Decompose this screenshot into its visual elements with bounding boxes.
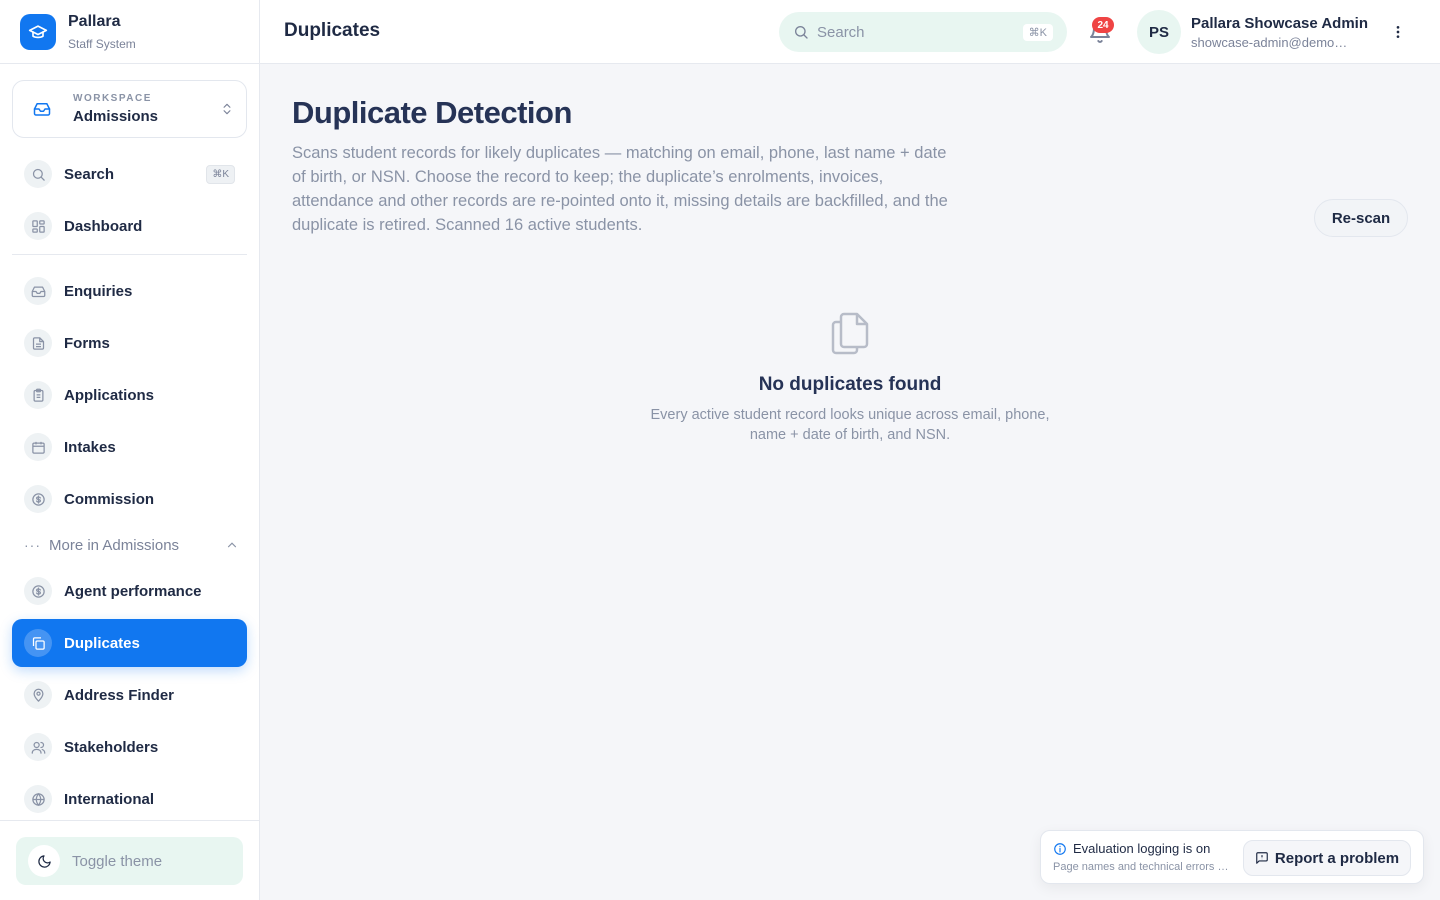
sidebar: Pallara Staff System WORKSPACE Admission… <box>0 0 260 900</box>
inbox-icon <box>24 277 52 305</box>
sidebar-item-label: Applications <box>64 386 155 404</box>
chevron-up-down-icon <box>223 103 231 115</box>
shortcut-badge: ⌘K <box>206 164 235 184</box>
ellipsis-icon: ··· <box>24 537 41 553</box>
moon-icon <box>28 845 60 877</box>
document-icon <box>24 329 52 357</box>
map-pin-icon <box>24 681 52 709</box>
sidebar-item-international[interactable]: International <box>12 775 247 823</box>
inbox-icon <box>33 103 51 116</box>
sidebar-item-duplicates[interactable]: Duplicates <box>12 619 247 667</box>
sidebar-item-label: Duplicates <box>64 634 140 652</box>
search-shortcut: ⌘K <box>1022 23 1053 41</box>
sidebar-item-stakeholders[interactable]: Stakeholders <box>12 723 247 771</box>
sidebar-item-agent-performance[interactable]: Agent performance <box>12 567 247 615</box>
graduation-cap-icon <box>20 13 56 50</box>
users-icon <box>24 733 52 761</box>
toggle-theme-label: Toggle theme <box>72 852 163 870</box>
sidebar-item-address-finder[interactable]: Address Finder <box>12 671 247 719</box>
brand-name: Pallara <box>68 12 121 30</box>
empty-state-description: Every active student record looks unique… <box>650 407 1050 443</box>
nav-divider <box>12 254 247 255</box>
sidebar-item-intakes[interactable]: Intakes <box>12 423 247 471</box>
search-icon <box>24 160 52 188</box>
grid-icon <box>24 212 52 240</box>
workspace-switcher[interactable]: WORKSPACE Admissions <box>12 80 247 138</box>
section-description: Scans student records for likely duplica… <box>292 144 948 234</box>
sidebar-item-enquiries[interactable]: Enquiries <box>12 267 247 315</box>
more-in-admissions-toggle[interactable]: ··· More in Admissions <box>24 532 239 558</box>
dollar-circle-icon <box>24 485 52 513</box>
workspace-label: WORKSPACE <box>73 93 152 104</box>
clipboard-icon <box>24 381 52 409</box>
message-square-icon <box>1256 852 1268 864</box>
sidebar-item-commission[interactable]: Commission <box>12 475 247 523</box>
user-name: Pallara Showcase Admin <box>1191 15 1369 32</box>
report-label: Report a problem <box>1274 849 1400 867</box>
workspace-value: Admissions <box>73 108 159 125</box>
eval-subtitle: Page names and technical errors are logg… <box>1053 861 1229 873</box>
sidebar-item-label: Commission <box>64 490 155 508</box>
rescan-button[interactable]: Re-scan <box>1314 199 1408 237</box>
top-bar: Duplicates ⌘K 24 PS Pallara Showcase Adm… <box>260 0 1440 64</box>
toggle-theme-button[interactable]: Toggle theme <box>16 837 243 885</box>
sidebar-item-forms[interactable]: Forms <box>12 319 247 367</box>
more-vertical-icon[interactable] <box>1388 22 1408 42</box>
sidebar-item-label: Intakes <box>64 438 116 456</box>
sidebar-item-label: Stakeholders <box>64 738 159 756</box>
copy-icon <box>24 629 52 657</box>
sidebar-item-search[interactable]: Search ⌘K <box>12 150 247 198</box>
sidebar-item-label: Agent performance <box>64 582 202 600</box>
sidebar-item-label: Address Finder <box>64 686 175 704</box>
sidebar-footer: Toggle theme <box>0 820 259 900</box>
page-title: Duplicates <box>284 20 381 41</box>
globe-icon <box>24 785 52 813</box>
brand-subtitle: Staff System <box>68 36 136 51</box>
more-label: More in Admissions <box>49 536 180 554</box>
chevron-up-icon <box>227 542 237 548</box>
user-email: showcase-admin@demo.pallara.com <box>1191 35 1349 50</box>
search-input[interactable] <box>817 23 1023 41</box>
empty-state-title: No duplicates found <box>758 374 942 395</box>
brand: Pallara Staff System <box>0 0 259 64</box>
calendar-icon <box>24 433 52 461</box>
sidebar-item-label: Forms <box>64 334 110 352</box>
dollar-circle-icon <box>24 577 52 605</box>
sidebar-item-label: Search <box>64 165 115 183</box>
notification-badge: 24 <box>1092 17 1114 33</box>
sidebar-item-applications[interactable]: Applications <box>12 371 247 419</box>
files-icon <box>831 312 869 355</box>
sidebar-item-label: Enquiries <box>64 282 133 300</box>
search-icon <box>795 26 808 39</box>
report-problem-button[interactable]: Report a problem <box>1243 840 1411 876</box>
global-search[interactable]: ⌘K <box>779 12 1067 52</box>
info-icon <box>1054 842 1066 855</box>
sidebar-item-label: Dashboard <box>64 217 143 235</box>
section-title: Duplicate Detection <box>292 95 572 130</box>
eval-title: Evaluation logging is on <box>1073 841 1211 856</box>
evaluation-banner: Evaluation logging is on Page names and … <box>1040 830 1424 884</box>
avatar[interactable]: PS <box>1137 10 1181 54</box>
sidebar-item-label: International <box>64 790 155 808</box>
sidebar-item-dashboard[interactable]: Dashboard <box>12 202 247 250</box>
